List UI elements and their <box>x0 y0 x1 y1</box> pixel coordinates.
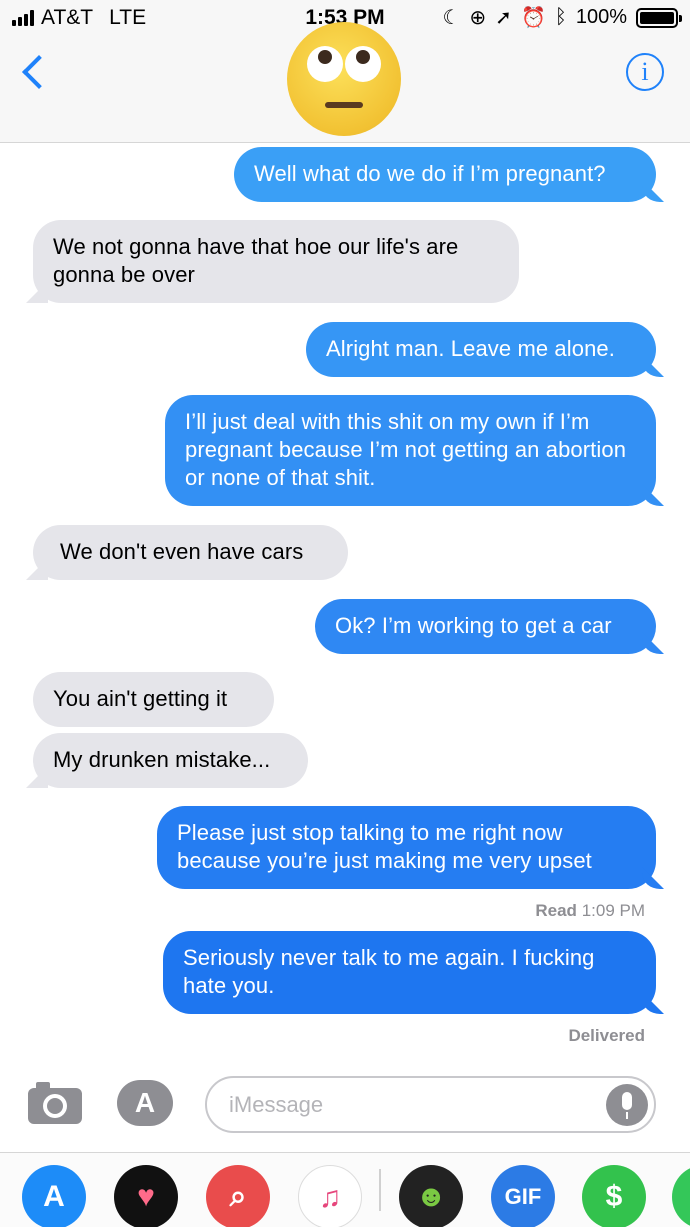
message-bubble-incoming[interactable]: You ain't getting it <box>33 672 274 727</box>
message-bubble-incoming[interactable]: We don't even have cars <box>33 525 348 580</box>
message-input[interactable]: iMessage <box>205 1076 656 1133</box>
message-bubble-outgoing[interactable]: Seriously never talk to me again. I fuck… <box>163 931 656 1014</box>
info-icon[interactable]: i <box>626 53 664 91</box>
bluetooth-icon: ᛒ <box>554 6 567 28</box>
read-label: Read <box>535 901 577 920</box>
read-time: 1:09 PM <box>581 901 645 920</box>
battery-icon <box>636 7 682 28</box>
delivered-label: Delivered <box>568 1026 645 1045</box>
drawer-divider <box>379 1169 381 1211</box>
microphone-icon[interactable] <box>606 1084 648 1126</box>
camera-icon[interactable] <box>28 1080 82 1124</box>
contact-avatar-rolling-eyes-icon[interactable] <box>287 22 401 136</box>
message-bubble-incoming[interactable]: We not gonna have that hoe our life's ar… <box>33 220 519 303</box>
gif-icon[interactable]: GIF <box>491 1165 555 1227</box>
app-store-drawer-icon[interactable]: A <box>22 1165 86 1227</box>
messages-screen: AT&T LTE 1:53 PM ☾ ⊕ ➚ ⏰ ᛒ 100% i Well w… <box>0 0 690 1227</box>
delivered-receipt: Delivered <box>568 1026 645 1046</box>
app-store-icon[interactable]: A <box>117 1080 173 1126</box>
alarm-icon: ⏰ <box>520 7 546 29</box>
music-icon[interactable]: ♫ <box>298 1165 362 1227</box>
read-receipt: Read 1:09 PM <box>535 901 645 921</box>
battery-percent: 100% <box>575 6 627 28</box>
message-bubble-incoming[interactable]: My drunken mistake... <box>33 733 308 788</box>
message-bubble-outgoing[interactable]: Alright man. Leave me alone. <box>306 322 656 377</box>
message-bubble-outgoing[interactable]: Please just stop talking to me right now… <box>157 806 656 889</box>
message-bubble-outgoing[interactable]: Well what do we do if I’m pregnant? <box>234 147 656 202</box>
dollar-icon[interactable]: $ <box>582 1165 646 1227</box>
more-apps-icon[interactable] <box>672 1165 690 1227</box>
message-input-placeholder: iMessage <box>229 1092 324 1117</box>
back-chevron-icon[interactable] <box>18 52 50 92</box>
message-bubble-outgoing[interactable]: I’ll just deal with this shit on my own … <box>165 395 656 506</box>
images-search-icon[interactable]: ⌕ <box>206 1165 270 1227</box>
do-not-disturb-icon: ☾ <box>442 7 461 29</box>
digital-touch-icon[interactable]: ♥ <box>114 1165 178 1227</box>
conversation-header: AT&T LTE 1:53 PM ☾ ⊕ ➚ ⏰ ᛒ 100% i <box>0 0 690 143</box>
app-drawer: A ♥ ⌕ ♫ ☻ GIF $ <box>0 1152 690 1227</box>
game-app-icon[interactable]: ☻ <box>399 1165 463 1227</box>
status-icons: ☾ ⊕ ➚ ⏰ ᛒ 100% <box>442 5 682 30</box>
orientation-lock-icon: ⊕ <box>469 7 487 29</box>
location-icon: ➚ <box>495 7 512 29</box>
message-bubble-outgoing[interactable]: Ok? I’m working to get a car <box>315 599 656 654</box>
